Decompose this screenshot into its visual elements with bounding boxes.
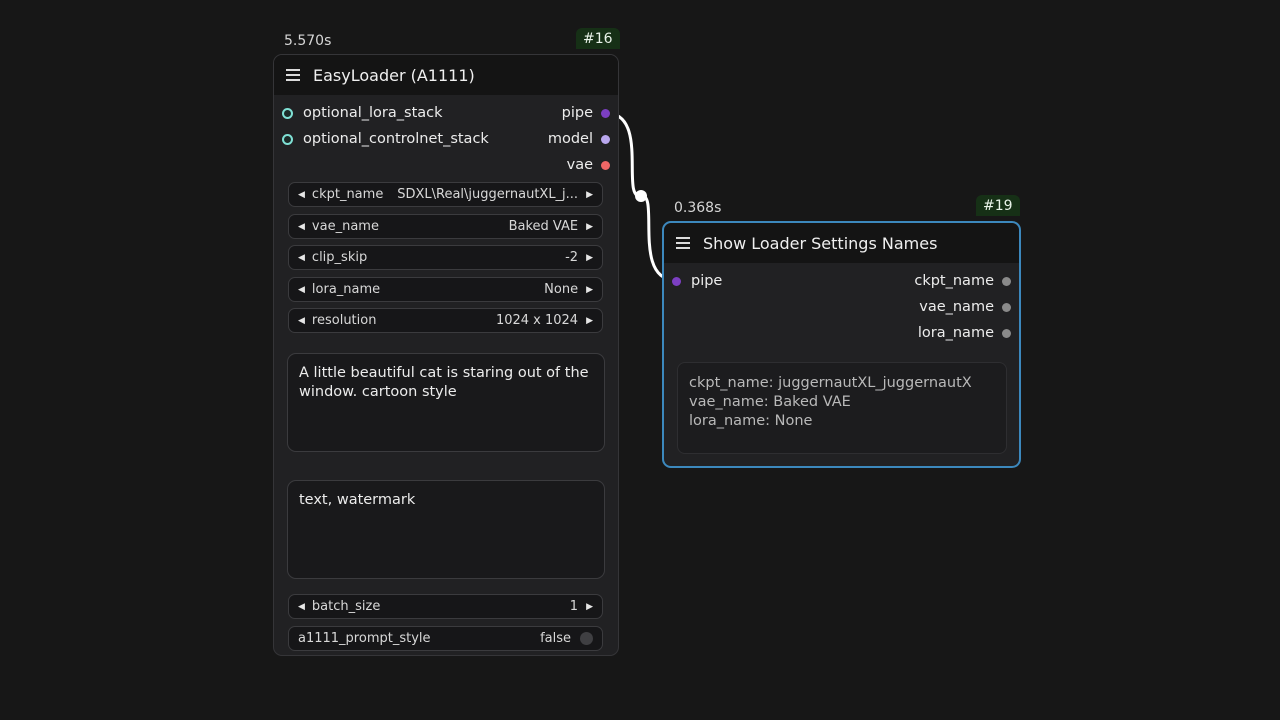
ring-dot-icon[interactable] xyxy=(282,133,293,145)
decrement-arrow-icon[interactable]: ◀ xyxy=(298,316,305,326)
widget-value: Baked VAE xyxy=(508,219,579,234)
display-line-lora: lora_name: None xyxy=(689,413,813,429)
model-dot-icon[interactable] xyxy=(601,134,610,144)
widget-resolution[interactable]: ◀ resolution 1024 x 1024 ▶ xyxy=(288,308,603,333)
decrement-arrow-icon[interactable]: ◀ xyxy=(298,285,305,295)
widget-batch-size[interactable]: ◀ batch_size 1 ▶ xyxy=(288,594,603,619)
decrement-arrow-icon[interactable]: ◀ xyxy=(298,190,305,200)
input-slot-optional-controlnet-stack[interactable]: optional_controlnet_stack xyxy=(282,131,489,147)
negative-prompt-textarea[interactable]: text, watermark xyxy=(287,480,605,579)
increment-arrow-icon[interactable]: ▶ xyxy=(586,190,593,200)
positive-prompt-textarea[interactable]: A little beautiful cat is staring out of… xyxy=(287,353,605,452)
ring-dot-icon[interactable] xyxy=(282,107,293,119)
string-dot-icon[interactable] xyxy=(1002,328,1011,338)
widget-label: vae_name xyxy=(311,219,379,234)
easyloader-node[interactable]: EasyLoader (A1111) optional_lora_stack o… xyxy=(273,54,619,656)
pipe-dot-icon[interactable] xyxy=(672,276,681,286)
easyloader-header[interactable]: EasyLoader (A1111) xyxy=(274,55,618,95)
widget-label: batch_size xyxy=(311,599,381,614)
increment-arrow-icon[interactable]: ▶ xyxy=(586,285,593,295)
output-slot-lora-name[interactable]: lora_name xyxy=(918,325,1011,341)
widget-vae-name[interactable]: ◀ vae_name Baked VAE ▶ xyxy=(288,214,603,239)
easyloader-title: EasyLoader (A1111) xyxy=(313,65,475,85)
easyloader-node-id: #16 xyxy=(576,28,620,49)
output-slot-pipe[interactable]: pipe xyxy=(562,105,610,121)
output-label: lora_name xyxy=(917,325,994,341)
toggle-icon[interactable] xyxy=(580,632,593,645)
output-slot-vae[interactable]: vae xyxy=(567,157,610,173)
increment-arrow-icon[interactable]: ▶ xyxy=(586,253,593,263)
widget-ckpt-name[interactable]: ◀ ckpt_name SDXL\Real\juggernautXL_j... … xyxy=(288,182,603,207)
widget-value: -2 xyxy=(565,250,579,265)
increment-arrow-icon[interactable]: ▶ xyxy=(586,602,593,612)
output-slot-vae-name[interactable]: vae_name xyxy=(919,299,1011,315)
pipe-dot-icon[interactable] xyxy=(601,108,610,118)
output-label: pipe xyxy=(561,105,593,121)
string-dot-icon[interactable] xyxy=(1002,302,1011,312)
pipe-link[interactable] xyxy=(0,0,1280,720)
widget-value: SDXL\Real\juggernautXL_j... xyxy=(397,187,579,202)
decrement-arrow-icon[interactable]: ◀ xyxy=(298,253,305,263)
showloader-exec-time: 0.368s xyxy=(674,200,722,216)
widget-a1111-prompt-style[interactable]: a1111_prompt_style false xyxy=(288,626,603,651)
widget-value: None xyxy=(544,282,579,297)
easyloader-exec-time: 5.570s xyxy=(284,33,332,49)
output-slot-ckpt-name[interactable]: ckpt_name xyxy=(914,273,1011,289)
decrement-arrow-icon[interactable]: ◀ xyxy=(298,222,305,232)
string-dot-icon[interactable] xyxy=(1002,276,1011,286)
pipe-link-midpoint xyxy=(635,190,647,202)
increment-arrow-icon[interactable]: ▶ xyxy=(586,222,593,232)
output-label: vae xyxy=(566,157,593,173)
output-label: ckpt_name xyxy=(914,273,994,289)
hamburger-menu-icon[interactable] xyxy=(286,69,300,81)
increment-arrow-icon[interactable]: ▶ xyxy=(586,316,593,326)
output-label: model xyxy=(547,131,593,147)
widget-label: lora_name xyxy=(311,282,381,297)
hamburger-menu-icon[interactable] xyxy=(676,237,690,249)
showloader-header[interactable]: Show Loader Settings Names xyxy=(664,223,1019,263)
widget-label: ckpt_name xyxy=(311,187,384,202)
widget-lora-name[interactable]: ◀ lora_name None ▶ xyxy=(288,277,603,302)
widget-value: 1024 x 1024 xyxy=(495,313,579,328)
widget-value: false xyxy=(540,631,571,646)
input-label: optional_controlnet_stack xyxy=(303,131,489,147)
output-slot-model[interactable]: model xyxy=(548,131,610,147)
widget-label: resolution xyxy=(311,313,377,328)
display-line-ckpt: ckpt_name: juggernautXL_juggernautX xyxy=(689,375,972,391)
vae-dot-icon[interactable] xyxy=(601,160,610,170)
input-label: pipe xyxy=(691,273,723,289)
display-line-vae: vae_name: Baked VAE xyxy=(689,394,851,410)
input-label: optional_lora_stack xyxy=(303,105,443,121)
input-slot-optional-lora-stack[interactable]: optional_lora_stack xyxy=(282,105,443,121)
widget-label: clip_skip xyxy=(311,250,368,265)
widget-clip-skip[interactable]: ◀ clip_skip -2 ▶ xyxy=(288,245,603,270)
showloader-node[interactable]: Show Loader Settings Names pipe ckpt_nam… xyxy=(662,221,1021,468)
input-slot-pipe[interactable]: pipe xyxy=(672,273,722,289)
widget-value: 1 xyxy=(569,599,579,614)
decrement-arrow-icon[interactable]: ◀ xyxy=(298,602,305,612)
settings-display-box: ckpt_name: juggernautXL_juggernautX vae_… xyxy=(677,362,1007,454)
widget-label: a1111_prompt_style xyxy=(298,631,431,646)
output-label: vae_name xyxy=(919,299,994,315)
showloader-title: Show Loader Settings Names xyxy=(703,233,938,253)
showloader-node-id: #19 xyxy=(976,195,1020,216)
